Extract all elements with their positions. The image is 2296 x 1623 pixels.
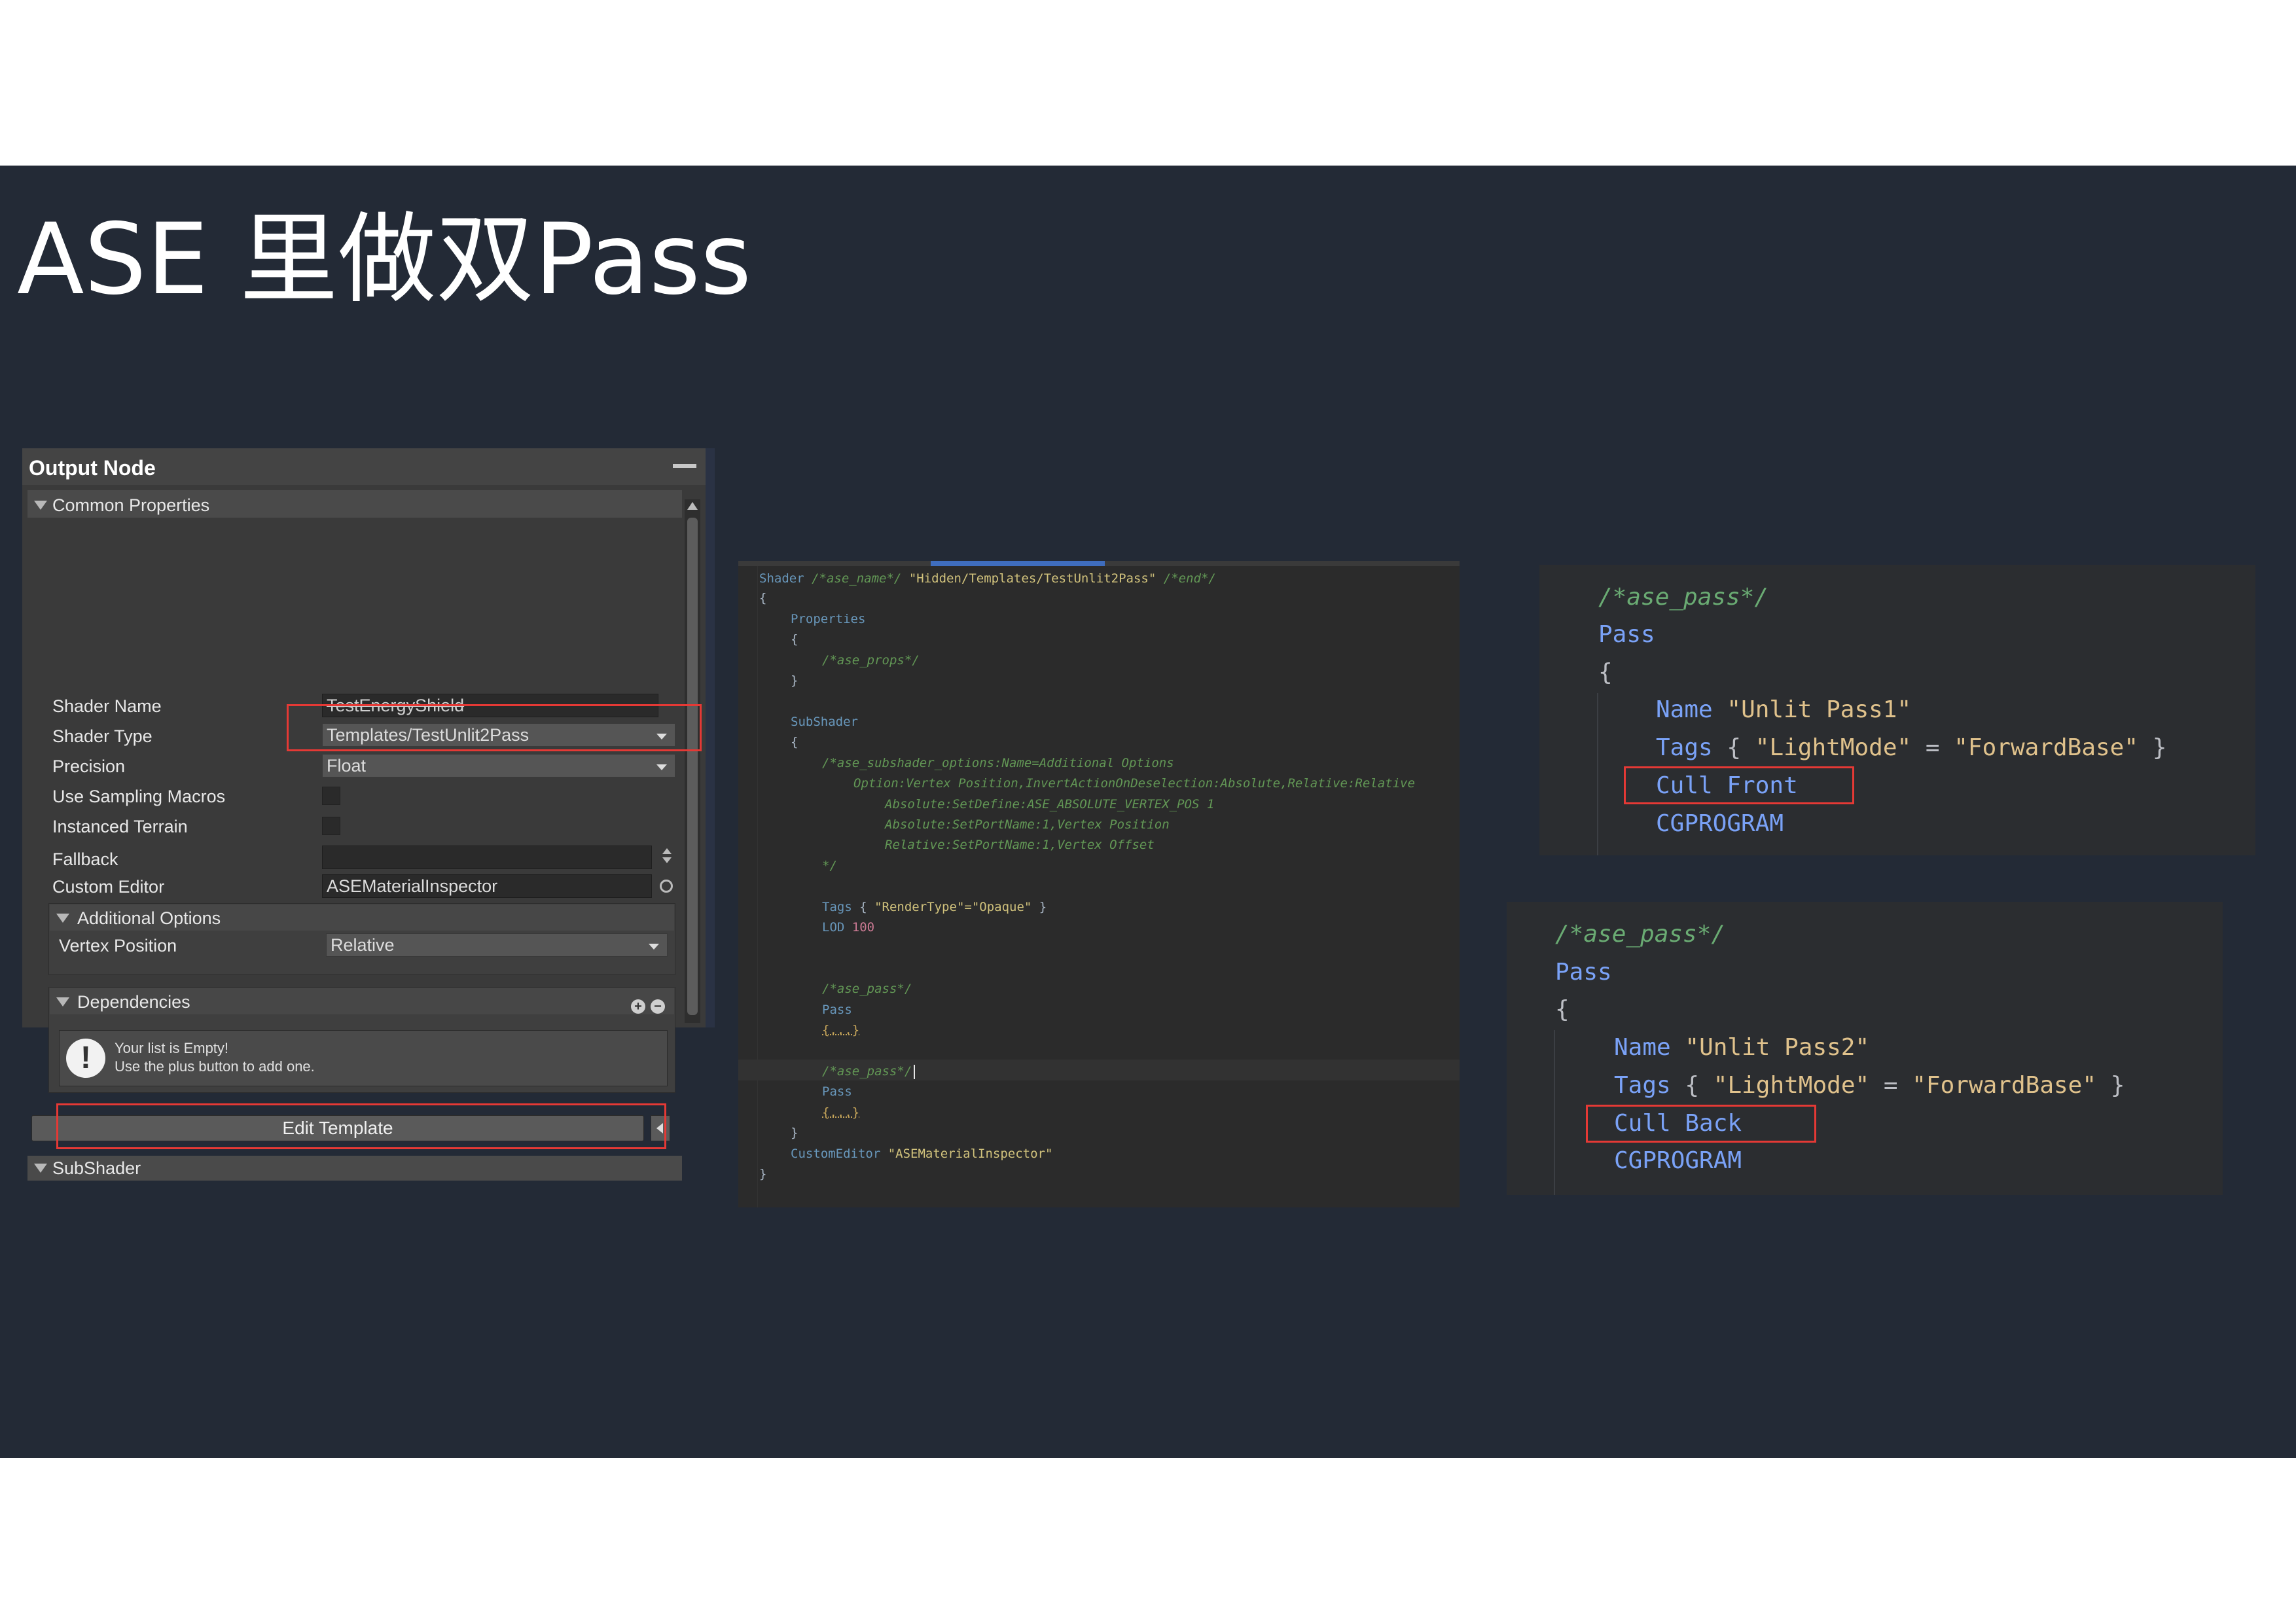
- scroll-up-icon[interactable]: [687, 502, 698, 510]
- vertex-position-label: Vertex Position: [59, 936, 177, 955]
- code-line-14: */: [822, 859, 837, 873]
- section-subshader[interactable]: SubShader: [27, 1156, 682, 1181]
- code-line-3: Properties: [791, 612, 866, 626]
- shader-type-label: Shader Type: [52, 726, 152, 746]
- custom-editor-input[interactable]: ASEMaterialInspector: [322, 874, 652, 898]
- editor-active-tab[interactable]: [931, 561, 1105, 566]
- precision-dropdown[interactable]: Float: [322, 754, 675, 777]
- chevron-down-icon: [656, 764, 667, 770]
- code-line-18: Pass: [822, 1003, 852, 1017]
- pass1-keyword: Pass: [1598, 621, 1655, 648]
- code-line-2: {: [759, 591, 767, 605]
- code-line-7: SubShader: [791, 715, 858, 729]
- highlight-shader-type: [287, 704, 702, 751]
- minimize-icon[interactable]: [673, 464, 696, 468]
- section-common-properties[interactable]: Common Properties: [27, 490, 682, 518]
- sampling-macros-checkbox[interactable]: [322, 787, 340, 805]
- section-label: SubShader: [52, 1158, 141, 1178]
- code-line-4: {: [791, 632, 798, 647]
- code-line-5: /*ase_props*/: [822, 653, 920, 668]
- pass2-comment: /*ase_pass*/: [1555, 921, 1726, 948]
- code-line-10: Option:Vertex Position,InvertActionOnDes…: [853, 776, 1415, 791]
- section-dependencies[interactable]: Dependencies: [50, 988, 674, 1014]
- editor-gutter: [738, 566, 758, 1207]
- warning-icon: !: [66, 1039, 105, 1078]
- section-additional-options[interactable]: Additional Options: [50, 904, 674, 931]
- code-line-1: Shader /*ase_name*/ "Hidden/Templates/Te…: [759, 571, 1216, 586]
- shader-name-label: Shader Name: [52, 696, 162, 716]
- empty-list-hint: Use the plus button to add one.: [115, 1058, 315, 1075]
- pass2-tags-line: Tags { "LightMode" = "ForwardBase" }: [1614, 1072, 2125, 1099]
- remove-dependency-icon[interactable]: −: [651, 999, 665, 1014]
- scroll-thumb[interactable]: [687, 518, 698, 1015]
- spinner-up-icon[interactable]: [662, 848, 672, 854]
- pass1-code-zoom: /*ase_pass*/ Pass { Name "Unlit Pass1" T…: [1539, 565, 2255, 855]
- sampling-macros-label: Use Sampling Macros: [52, 787, 226, 806]
- code-line-12: Absolute:SetPortName:1,Vertex Position: [885, 817, 1170, 832]
- panel-header: Output Node: [22, 448, 715, 485]
- empty-list-help-box: ! Your list is Empty! Use the plus butto…: [59, 1030, 668, 1086]
- highlight-cull-back: [1586, 1105, 1816, 1143]
- fallback-label: Fallback: [52, 849, 118, 869]
- expand-triangle-icon[interactable]: [34, 1164, 47, 1173]
- precision-label: Precision: [52, 757, 126, 776]
- section-label: Common Properties: [52, 495, 210, 515]
- pass1-cgprogram-line: CGPROGRAM: [1656, 810, 1784, 837]
- indent-guide: [1597, 693, 1598, 855]
- spinner-down-icon[interactable]: [662, 857, 672, 863]
- custom-editor-label: Custom Editor: [52, 877, 165, 897]
- empty-list-title: Your list is Empty!: [115, 1040, 229, 1056]
- code-line-11: Absolute:SetDefine:ASE_ABSOLUTE_VERTEX_P…: [885, 797, 1215, 812]
- pass1-comment: /*ase_pass*/: [1598, 584, 1769, 611]
- precision-value: Float: [327, 756, 367, 776]
- pass1-brace: {: [1598, 659, 1613, 686]
- vertex-position-dropdown[interactable]: Relative: [326, 933, 668, 957]
- pass2-brace: {: [1555, 996, 1570, 1023]
- code-line-17: /*ase_pass*/: [822, 982, 912, 996]
- code-line-13: Relative:SetPortName:1,Vertex Offset: [885, 838, 1155, 852]
- slide-title: ASE 里做双Pass: [17, 203, 752, 317]
- code-line-16: LOD 100: [822, 920, 875, 935]
- code-fold-1[interactable]: {...}: [822, 1023, 859, 1037]
- expand-triangle-icon[interactable]: [56, 997, 69, 1007]
- vertex-position-value: Relative: [331, 935, 395, 955]
- code-line-9: /*ase_subshader_options:Name=Additional …: [822, 756, 1174, 770]
- code-line-23: }: [791, 1126, 798, 1140]
- instanced-terrain-label: Instanced Terrain: [52, 817, 188, 836]
- highlight-cull-front: [1624, 766, 1854, 804]
- pass2-name-line: Name "Unlit Pass2": [1614, 1034, 1870, 1061]
- code-line-25: }: [759, 1167, 767, 1181]
- section-label: Additional Options: [77, 908, 221, 928]
- expand-triangle-icon[interactable]: [56, 914, 69, 923]
- reset-icon[interactable]: [660, 880, 673, 893]
- pass1-tags-line: Tags { "LightMode" = "ForwardBase" }: [1656, 734, 2167, 761]
- panel-title: Output Node: [29, 456, 156, 480]
- add-dependency-icon[interactable]: +: [631, 999, 645, 1014]
- code-line-8: {: [791, 735, 798, 749]
- pass2-code-zoom: /*ase_pass*/ Pass { Name "Unlit Pass2" T…: [1507, 902, 2223, 1195]
- highlight-edit-template: [56, 1103, 666, 1149]
- code-fold-2[interactable]: {...}: [822, 1105, 859, 1120]
- indent-guide: [1554, 1030, 1555, 1195]
- instanced-terrain-checkbox[interactable]: [322, 817, 340, 835]
- expand-triangle-icon[interactable]: [34, 501, 47, 510]
- section-label: Dependencies: [77, 992, 190, 1012]
- panel-edge: [706, 448, 715, 1027]
- code-line-21: Pass: [822, 1084, 852, 1099]
- code-line-20: /*ase_pass*/: [822, 1064, 912, 1079]
- code-line-15: Tags { "RenderType"="Opaque" }: [822, 900, 1047, 914]
- fallback-input[interactable]: [322, 846, 652, 869]
- pass2-cgprogram-line: CGPROGRAM: [1614, 1147, 1742, 1174]
- chevron-down-icon: [649, 944, 659, 950]
- pass2-keyword: Pass: [1555, 959, 1612, 986]
- code-line-6: }: [791, 673, 798, 688]
- code-line-24: CustomEditor "ASEMaterialInspector": [791, 1147, 1053, 1161]
- text-cursor: [914, 1065, 915, 1079]
- code-editor[interactable]: Shader /*ase_name*/ "Hidden/Templates/Te…: [738, 561, 1460, 1207]
- pass1-name-line: Name "Unlit Pass1": [1656, 696, 1912, 723]
